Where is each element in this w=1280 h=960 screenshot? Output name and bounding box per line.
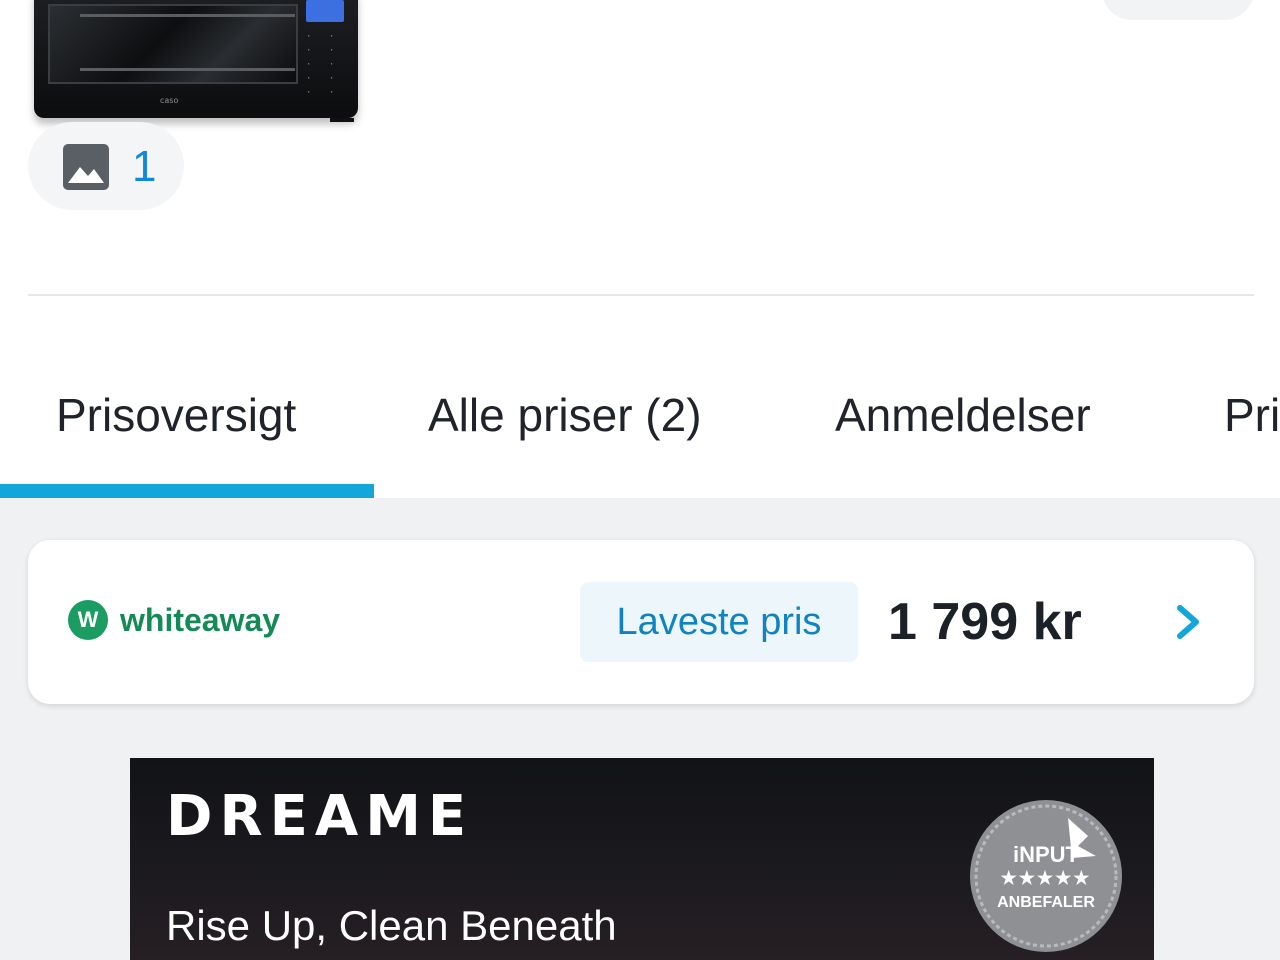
- section-divider: [28, 294, 1254, 296]
- chevron-right-icon[interactable]: [1170, 602, 1206, 642]
- image-count[interactable]: 1: [132, 141, 156, 193]
- tab-pri[interactable]: Pri: [1224, 388, 1280, 442]
- award-title: iNPUT: [1013, 842, 1079, 867]
- oven-rack: [80, 14, 295, 17]
- oven-display: [306, 0, 344, 22]
- tab-prisoversigt[interactable]: Prisoversigt: [56, 388, 296, 442]
- product-page: · · · · · · · · · · caso 1 Prisoversigt Alle…: [0, 0, 1280, 960]
- image-icon: [63, 144, 109, 190]
- award-subtitle: ANBEFALER: [997, 894, 1095, 911]
- lowest-price-badge: Laveste pris: [580, 582, 858, 662]
- top-right-action[interactable]: [1102, 0, 1254, 20]
- oven-door: [48, 4, 298, 84]
- price-card[interactable]: W whiteaway Laveste pris 1 799 kr: [28, 540, 1254, 704]
- oven-foot: [330, 118, 354, 122]
- award-stars: ★★★★★: [1000, 868, 1092, 888]
- tab-anmeldelser[interactable]: Anmeldelser: [835, 388, 1091, 442]
- tab-alle-priser[interactable]: Alle priser (2): [428, 388, 702, 442]
- price-value: 1 799 kr: [888, 593, 1082, 651]
- lowest-price-label: Laveste pris: [616, 601, 822, 643]
- oven-brand-mark: caso: [160, 96, 179, 105]
- ad-tagline: Rise Up, Clean Beneath: [166, 902, 617, 949]
- price-overview-section: W whiteaway Laveste pris 1 799 kr DREAME…: [0, 498, 1280, 960]
- product-image[interactable]: · · · · · · · · · · caso: [30, 0, 362, 130]
- active-tab-indicator: [0, 484, 374, 498]
- shop-name: whiteaway: [120, 602, 281, 638]
- oven-buttons: · · · · · · · · · ·: [306, 32, 341, 98]
- oven-rack: [80, 68, 295, 71]
- oven-illustration: · · · · · · · · · · caso: [34, 0, 358, 118]
- shop-logo-icon: W: [68, 600, 108, 640]
- ad-brand: DREAME: [166, 784, 474, 849]
- award-seal-icon: iNPUT ★★★★★ ANBEFALER: [968, 798, 1124, 954]
- ad-banner[interactable]: DREAME Rise Up, Clean Beneath iNPUT ★★★★…: [130, 758, 1154, 960]
- tab-bar: Prisoversigt Alle priser (2) Anmeldelser…: [0, 340, 1280, 498]
- shop-logo: W whiteaway: [68, 596, 318, 644]
